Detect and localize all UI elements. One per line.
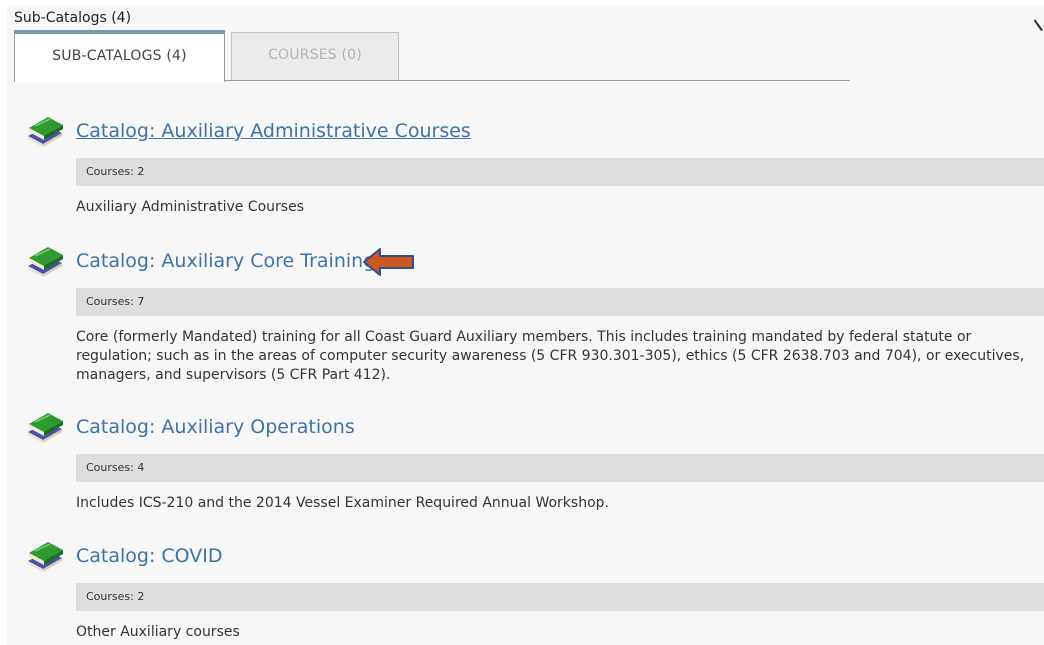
tab-courses[interactable]: COURSES (0)	[231, 32, 399, 80]
book-stack-icon	[28, 413, 63, 443]
pencil-icon[interactable]	[1034, 18, 1044, 32]
catalog-link[interactable]: Catalog: Auxiliary Core Training	[76, 250, 375, 272]
section-title: Sub-Catalogs (4)	[14, 10, 132, 26]
catalog-link[interactable]: Catalog: Auxiliary Administrative Course…	[76, 120, 471, 142]
courses-count: Courses: 4	[76, 454, 1044, 482]
arrow-left-icon	[363, 248, 414, 276]
catalog-description: Core (formerly Mandated) training for al…	[76, 329, 1025, 383]
courses-count: Courses: 2	[76, 583, 1044, 611]
catalog-link[interactable]: Catalog: Auxiliary Operations	[76, 416, 355, 438]
book-stack-icon	[28, 117, 63, 147]
catalog-link[interactable]: Catalog: COVID	[76, 545, 223, 567]
catalog-description: Other Auxiliary courses	[76, 624, 240, 640]
tab-sub-catalogs[interactable]: SUB-CATALOGS (4)	[14, 30, 225, 82]
catalog-page: Sub-Catalogs (4) SUB-CATALOGS (4) COURSE…	[7, 6, 1044, 645]
catalog-description: Includes ICS-210 and the 2014 Vessel Exa…	[76, 495, 609, 511]
courses-count: Courses: 7	[76, 288, 1044, 316]
book-stack-icon	[28, 542, 63, 572]
catalog-description: Auxiliary Administrative Courses	[76, 199, 304, 215]
courses-count: Courses: 2	[76, 158, 1044, 186]
book-stack-icon	[28, 247, 63, 277]
